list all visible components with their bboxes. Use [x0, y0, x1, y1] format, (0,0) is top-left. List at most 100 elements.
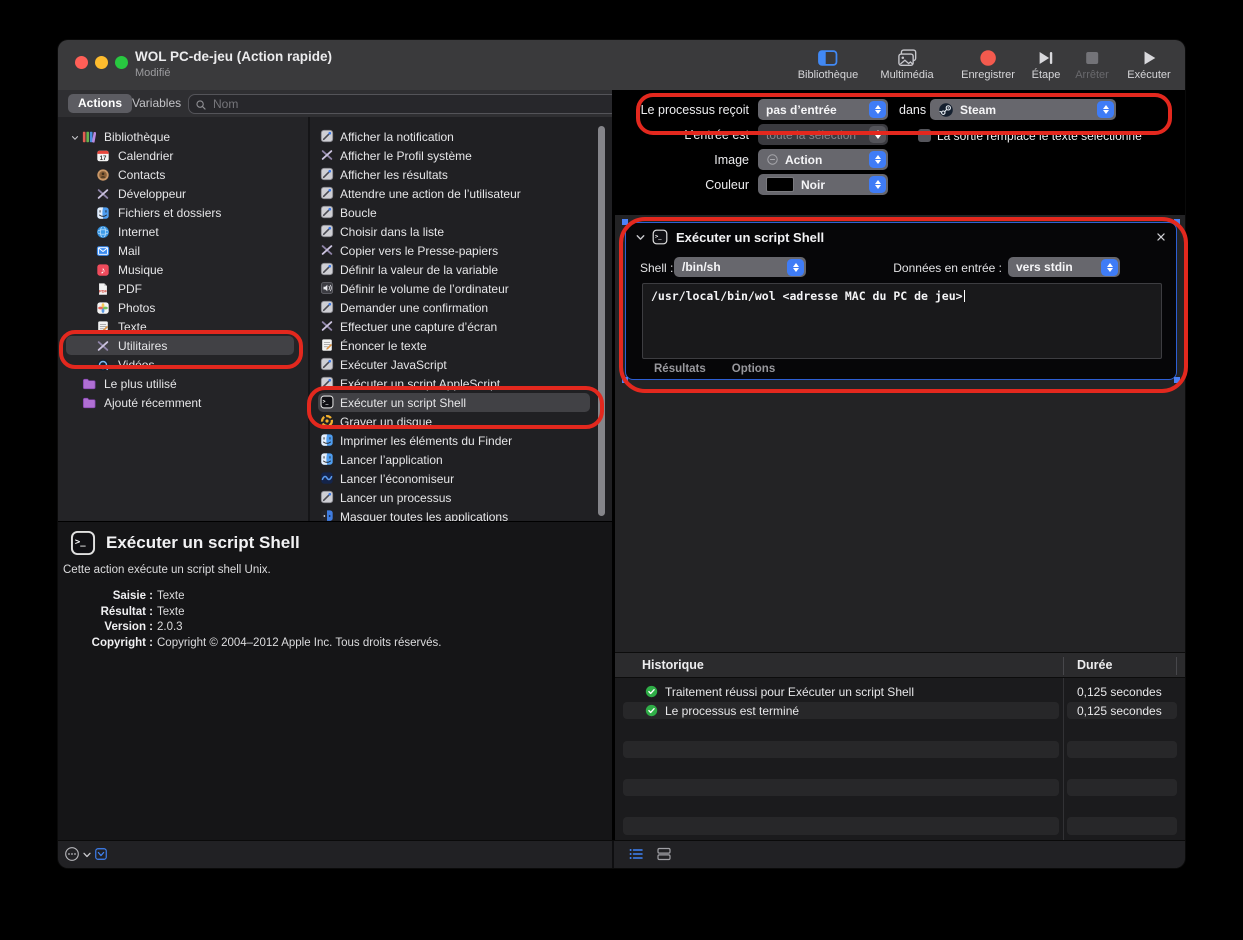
action-item-copier-vers-le-presse-papiers[interactable]: Copier vers le Presse-papiers — [310, 241, 612, 260]
sidebar-item-label: Texte — [118, 320, 147, 334]
action-item-masquer-toutes-les-applications[interactable]: Masquer toutes les applications — [310, 507, 612, 521]
description-title: Exécuter un script Shell — [106, 533, 300, 553]
action-item-attendre-une-action-de-l-utilisateur[interactable]: Attendre une action de l’utilisateur — [310, 184, 612, 203]
action-item-choisir-dans-la-liste[interactable]: Choisir dans la liste — [310, 222, 612, 241]
toolbar-button-ex-cuter[interactable]: Exécuter — [1127, 48, 1170, 81]
action-item-d-finir-la-valeur-de-la-variable[interactable]: Définir la valeur de la variable — [310, 260, 612, 279]
action-item-label: Exécuter un script AppleScript — [340, 377, 500, 391]
photos-icon — [96, 301, 110, 315]
zoom-window-button[interactable] — [115, 56, 128, 69]
column-divider[interactable] — [1176, 657, 1177, 675]
svg-text:PDF: PDF — [99, 288, 108, 293]
sidebar-item-label: Bibliothèque — [104, 130, 170, 144]
history-column-header[interactable]: Historique — [642, 658, 704, 672]
search-input[interactable] — [211, 96, 611, 112]
steam-icon — [938, 102, 954, 118]
action-item-imprimer-les-l-ments-du-finder[interactable]: Imprimer les éléments du Finder — [310, 431, 612, 450]
sidebar-item-label: Internet — [118, 225, 159, 239]
sidebar-item-le-plus-utilis-[interactable]: Le plus utilisé — [58, 374, 308, 393]
action-item-lancer-l-conomiseur[interactable]: Lancer l’économiseur — [310, 469, 612, 488]
action-item-effectuer-une-capture-d-cran[interactable]: Effectuer une capture d’écran — [310, 317, 612, 336]
sidebar-item-ajout-r-cemment[interactable]: Ajouté récemment — [58, 393, 308, 412]
selection-handle[interactable] — [622, 377, 628, 383]
status-bar — [58, 840, 1185, 868]
shell-popup[interactable]: /bin/sh — [674, 257, 806, 277]
terminal-icon: >_ — [320, 395, 334, 409]
search-field[interactable] — [188, 94, 618, 114]
action-item-lancer-l-application[interactable]: Lancer l’application — [310, 450, 612, 469]
shell-script-block[interactable]: >_ Exécuter un script Shell Shell : /bin… — [625, 222, 1177, 380]
sidebar-item-fichiers-et-dossiers[interactable]: Fichiers et dossiers — [58, 203, 308, 222]
action-item-ex-cuter-un-script-applescript[interactable]: Exécuter un script AppleScript — [310, 374, 612, 393]
selection-handle[interactable] — [1174, 219, 1180, 225]
chevron-down-icon[interactable] — [634, 231, 647, 244]
color-popup[interactable]: Noir — [758, 174, 888, 195]
sidebar-item-vid-os[interactable]: Vidéos — [58, 355, 308, 374]
selection-handle[interactable] — [1174, 377, 1180, 383]
action-item-afficher-les-r-sultats[interactable]: Afficher les résultats — [310, 165, 612, 184]
chevron-down-icon[interactable] — [81, 848, 93, 860]
sidebar-item-contacts[interactable]: Contacts — [58, 165, 308, 184]
action-item-ex-cuter-un-script-shell[interactable]: >_Exécuter un script Shell — [310, 393, 612, 412]
history-row[interactable]: Le processus est terminé0,125 secondes — [615, 701, 1185, 720]
action-item-d-finir-le-volume-de-l-ordinateur[interactable]: Définir le volume de l’ordinateur — [310, 279, 612, 298]
toolbar-button-biblioth-que[interactable]: Bibliothèque — [798, 48, 859, 81]
sidebar-item-label: PDF — [118, 282, 142, 296]
tab-actions[interactable]: Actions — [68, 94, 132, 113]
contacts-icon — [96, 168, 110, 182]
action-item-lancer-un-processus[interactable]: Lancer un processus — [310, 488, 612, 507]
sidebar-item-utilitaires[interactable]: Utilitaires — [58, 336, 308, 355]
duration-column-header[interactable]: Durée — [1077, 658, 1112, 672]
history-empty-row — [615, 816, 1185, 835]
minimize-window-button[interactable] — [95, 56, 108, 69]
history-panel: Historique Durée Traitement réussi pour … — [615, 652, 1185, 840]
history-row[interactable]: Traitement réussi pour Exécuter un scrip… — [615, 682, 1185, 701]
script-editor[interactable]: /usr/local/bin/wol <adresse MAC du PC de… — [642, 283, 1162, 359]
sidebar-item-pdf[interactable]: PDF PDF — [58, 279, 308, 298]
sidebar-item-label: Utilitaires — [118, 339, 167, 353]
action-item-graver-un-disque[interactable]: Graver un disque — [310, 412, 612, 431]
close-window-button[interactable] — [75, 56, 88, 69]
more-circle-icon[interactable] — [64, 846, 80, 862]
action-item-ex-cuter-javascript[interactable]: Exécuter JavaScript — [310, 355, 612, 374]
action-item-afficher-le-profil-syst-me[interactable]: Afficher le Profil système — [310, 146, 612, 165]
row-stripe — [1067, 779, 1177, 796]
action-item-boucle[interactable]: Boucle — [310, 203, 612, 222]
sidebar-item-internet[interactable]: Internet — [58, 222, 308, 241]
history-empty-row — [615, 740, 1185, 759]
tab-variables[interactable]: Variables — [132, 94, 181, 113]
sidebar-item-d-veloppeur[interactable]: Développeur — [58, 184, 308, 203]
image-popup[interactable]: Action — [758, 149, 888, 170]
action-item--noncer-le-texte[interactable]: Énoncer le texte — [310, 336, 612, 355]
color-swatch — [766, 177, 794, 192]
record-icon — [978, 48, 998, 68]
toolbar-button--tape[interactable]: Étape — [1032, 48, 1061, 81]
action-item-demander-une-confirmation[interactable]: Demander une confirmation — [310, 298, 612, 317]
sidebar-item-mail[interactable]: Mail — [58, 241, 308, 260]
process-input-popup[interactable]: pas d’entrée — [758, 99, 888, 120]
sidebar-item-texte[interactable]: Texte — [58, 317, 308, 336]
column-divider[interactable] — [1063, 657, 1064, 675]
selection-handle[interactable] — [622, 219, 628, 225]
panels-view-icon[interactable] — [656, 846, 672, 862]
action-item-afficher-la-notification[interactable]: Afficher la notification — [310, 127, 612, 146]
workflow-pane: Le processus reçoit pas d’entrée dans St… — [615, 90, 1185, 840]
toolbar-button-multim-dia[interactable]: Multimédia — [880, 48, 933, 81]
video-icon — [96, 358, 110, 372]
sidebar-item-musique[interactable]: ♪Musique — [58, 260, 308, 279]
output-replaces-checkbox[interactable] — [918, 129, 931, 142]
sidebar-item-photos[interactable]: Photos — [58, 298, 308, 317]
sidebar-item-biblioth-que[interactable]: Bibliothèque — [58, 127, 308, 146]
shell-block-tab-options[interactable]: Options — [732, 363, 775, 375]
disclosure-chevron-icon[interactable] — [70, 132, 80, 142]
close-icon[interactable] — [1154, 230, 1168, 244]
toolbar-button-enregistrer[interactable]: Enregistrer — [961, 48, 1015, 81]
variable-badge-icon[interactable] — [94, 847, 108, 861]
list-view-icon[interactable] — [628, 846, 644, 862]
shell-block-tab-résultats[interactable]: Résultats — [654, 363, 706, 375]
stdin-popup[interactable]: vers stdin — [1008, 257, 1120, 277]
sidebar-item-calendrier[interactable]: 17Calendrier — [58, 146, 308, 165]
automator-action-icon — [320, 357, 334, 371]
application-popup[interactable]: Steam — [930, 99, 1116, 120]
row-stripe — [1067, 817, 1177, 834]
